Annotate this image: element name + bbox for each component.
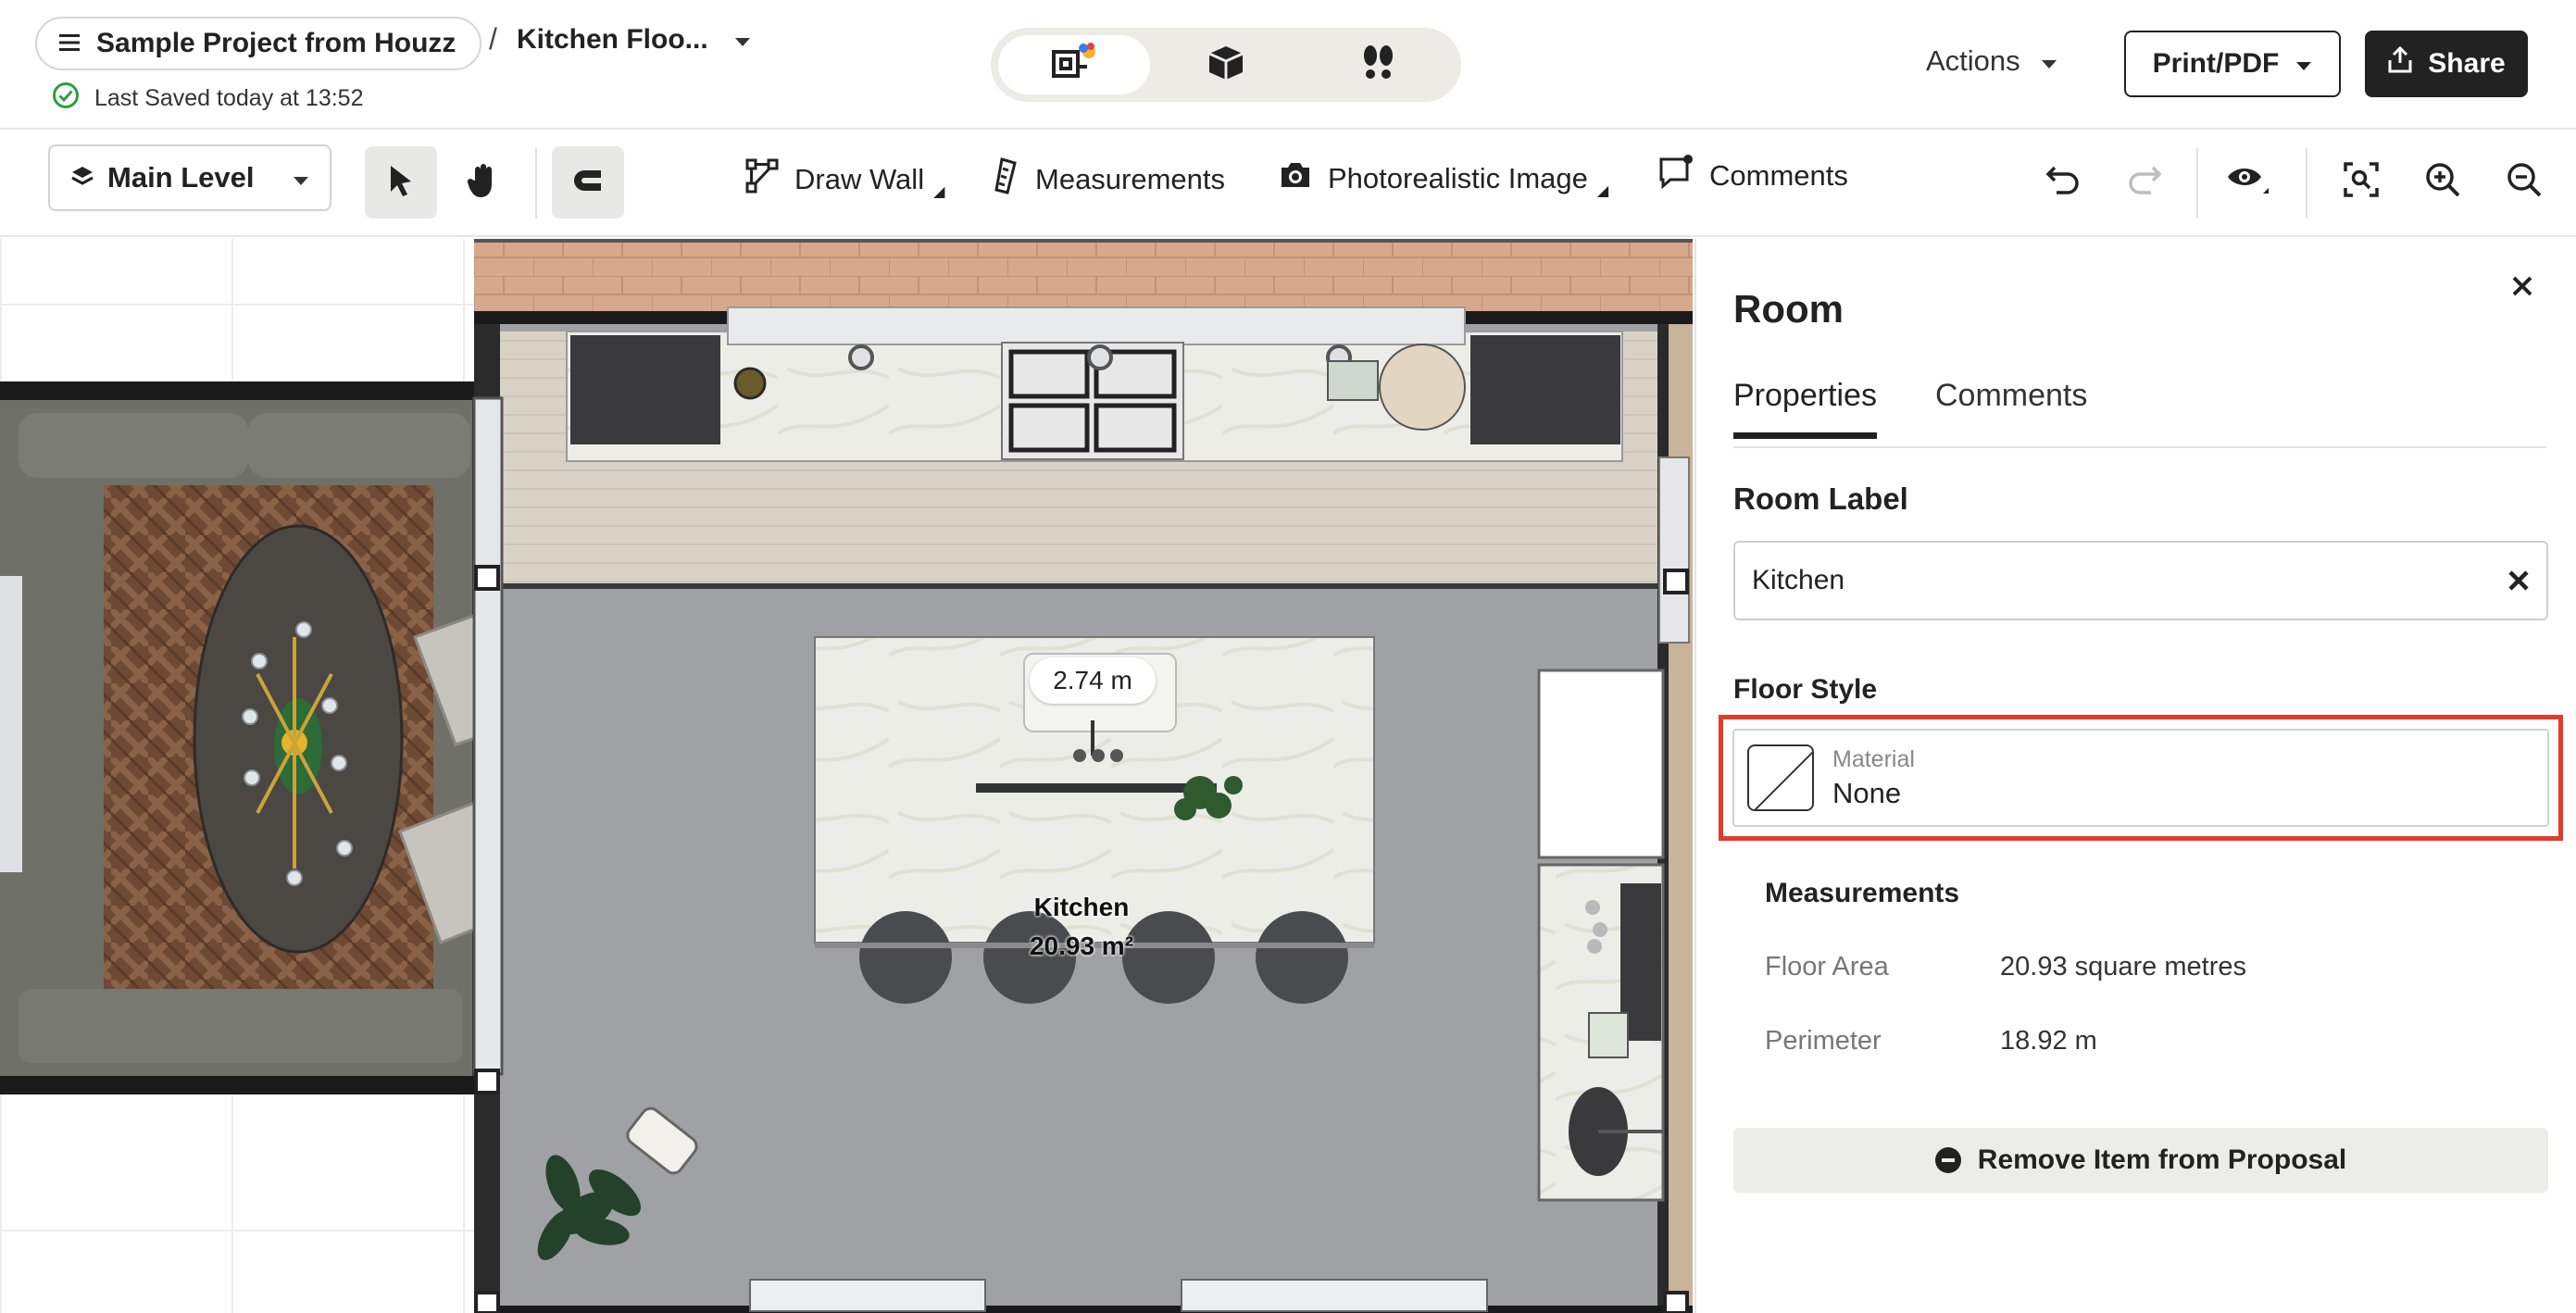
breadcrumb-separator: / xyxy=(489,22,497,56)
floor-plan-canvas[interactable]: 2.74 m Kitchen 20.93 m² xyxy=(0,239,1693,1313)
zoom-out-button[interactable] xyxy=(2495,152,2554,211)
draw-wall-tool[interactable]: Draw Wall ◢ xyxy=(744,157,944,202)
toolbar-divider xyxy=(2306,148,2307,219)
material-text: Material None xyxy=(1832,746,1915,810)
panel-title: Room xyxy=(1733,287,1844,331)
view-2d-button[interactable] xyxy=(998,35,1150,94)
room-label-value[interactable]: Kitchen xyxy=(1752,565,1844,596)
dimension-label[interactable]: 2.74 m xyxy=(1030,657,1156,704)
chevron-down-icon[interactable] xyxy=(734,24,751,56)
top-header: Sample Project from Houzz / Kitchen Floo… xyxy=(0,0,2576,130)
pan-tool-button[interactable] xyxy=(446,146,519,219)
remove-from-proposal-button[interactable]: Remove Item from Proposal xyxy=(1733,1128,2548,1193)
level-label: Main Level xyxy=(107,161,255,194)
photorealistic-image-tool[interactable]: Photorealistic Image ◢ xyxy=(1278,157,1608,200)
comments-tool[interactable]: Comments xyxy=(1657,154,1848,198)
draw-wall-icon xyxy=(744,157,780,202)
perimeter-key: Perimeter xyxy=(1765,1026,1882,1056)
clear-input-icon[interactable] xyxy=(2507,561,2530,600)
close-icon xyxy=(2511,267,2533,305)
project-name[interactable]: Sample Project from Houzz xyxy=(96,28,456,59)
view-mode-switch xyxy=(991,28,1461,102)
measurements-label: Measurements xyxy=(1035,163,1226,195)
undo-icon xyxy=(2045,164,2081,200)
document-name-dropdown[interactable]: Kitchen Floo... xyxy=(517,24,751,56)
minus-circle-icon xyxy=(1934,1147,1961,1173)
ruler-icon xyxy=(993,157,1020,202)
view-walkthrough-button[interactable] xyxy=(1302,35,1454,94)
toolbar-divider xyxy=(535,148,537,219)
measurements-tool[interactable]: Measurements xyxy=(993,157,1225,202)
print-pdf-button[interactable]: Print/PDF xyxy=(2124,31,2341,97)
zoom-in-button[interactable] xyxy=(2413,152,2472,211)
room-label-input[interactable]: Kitchen xyxy=(1733,541,2548,620)
save-status: Last Saved today at 13:52 xyxy=(52,81,364,116)
select-tool-button[interactable] xyxy=(365,146,437,219)
close-panel-button[interactable] xyxy=(2511,267,2533,306)
floor-area-key: Floor Area xyxy=(1765,952,1889,982)
cursor-arrow-icon xyxy=(385,163,417,203)
hamburger-menu-icon[interactable] xyxy=(59,28,80,59)
floor-style-heading: Floor Style xyxy=(1733,674,1878,705)
photoreal-label: Photorealistic Image xyxy=(1328,162,1588,194)
toolbar-divider xyxy=(2196,148,2198,219)
floor-style-highlight: Material None xyxy=(1719,715,2563,841)
view-3d-button[interactable] xyxy=(1150,35,1302,94)
document-name[interactable]: Kitchen Floo... xyxy=(517,24,708,56)
magnet-icon xyxy=(569,165,606,201)
share-button[interactable]: Share xyxy=(2365,31,2528,97)
zoom-fit-button[interactable] xyxy=(2332,152,2391,211)
chevron-down-icon xyxy=(293,161,309,194)
level-select[interactable]: Main Level xyxy=(48,144,331,211)
project-breadcrumb[interactable]: Sample Project from Houzz xyxy=(35,17,482,70)
zoom-in-icon xyxy=(2424,161,2461,203)
save-status-text: Last Saved today at 13:52 xyxy=(94,85,364,111)
comments-label: Comments xyxy=(1709,159,1848,192)
share-label: Share xyxy=(2428,48,2506,79)
material-swatch-icon xyxy=(1747,744,1814,811)
2d-floor-plan-icon xyxy=(1050,42,1098,88)
properties-panel: Room Properties Comments Room Label Kitc… xyxy=(1694,239,2576,1313)
camera-icon xyxy=(1278,160,1313,197)
tab-properties[interactable]: Properties xyxy=(1733,378,1877,439)
actions-menu[interactable]: Actions xyxy=(1926,44,2057,78)
3d-box-icon xyxy=(1206,43,1246,88)
print-pdf-label: Print/PDF xyxy=(2152,48,2280,79)
layers-icon xyxy=(70,161,94,194)
corner-indicator-icon: ◢ xyxy=(1596,183,1609,199)
room-label-heading: Room Label xyxy=(1733,481,1908,516)
snap-magnet-button[interactable] xyxy=(552,146,624,219)
floor-plan-drawing xyxy=(0,239,1693,1313)
tab-comments[interactable]: Comments xyxy=(1935,378,2087,432)
share-icon xyxy=(2387,45,2413,81)
visibility-button[interactable] xyxy=(2219,152,2278,211)
floor-material-selector[interactable]: Material None xyxy=(1732,729,2549,827)
material-caption: Material xyxy=(1832,745,1915,772)
zoom-out-icon xyxy=(2506,161,2543,203)
undo-button[interactable] xyxy=(2033,152,2093,211)
eye-icon xyxy=(2226,164,2270,200)
panel-tabs: Properties Comments xyxy=(1733,378,2546,448)
material-value: None xyxy=(1832,776,1902,809)
room-name-label[interactable]: Kitchen xyxy=(989,893,1174,922)
check-circle-icon xyxy=(52,81,80,116)
editor-toolbar: Main Level Draw Wall ◢ Measurements Phot… xyxy=(0,130,2576,237)
actions-label[interactable]: Actions xyxy=(1926,44,2020,78)
zoom-fit-icon xyxy=(2343,161,2380,203)
walkthrough-footsteps-icon xyxy=(1357,43,1398,88)
measurements-heading: Measurements xyxy=(1765,878,1960,908)
floor-area-value: 20.93 square metres xyxy=(2000,952,2246,982)
redo-button[interactable] xyxy=(2115,152,2174,211)
room-area-label: 20.93 m² xyxy=(1029,932,1134,960)
perimeter-value: 18.92 m xyxy=(2000,1026,2097,1056)
draw-wall-label: Draw Wall xyxy=(794,163,925,195)
redo-icon xyxy=(2127,164,2162,200)
hand-icon xyxy=(466,162,499,204)
corner-indicator-icon: ◢ xyxy=(933,184,945,200)
remove-label: Remove Item from Proposal xyxy=(1977,1144,2347,1175)
chevron-down-icon[interactable] xyxy=(2041,44,2057,78)
comment-bubble-icon xyxy=(1657,154,1694,198)
chevron-down-icon xyxy=(2295,48,2312,80)
